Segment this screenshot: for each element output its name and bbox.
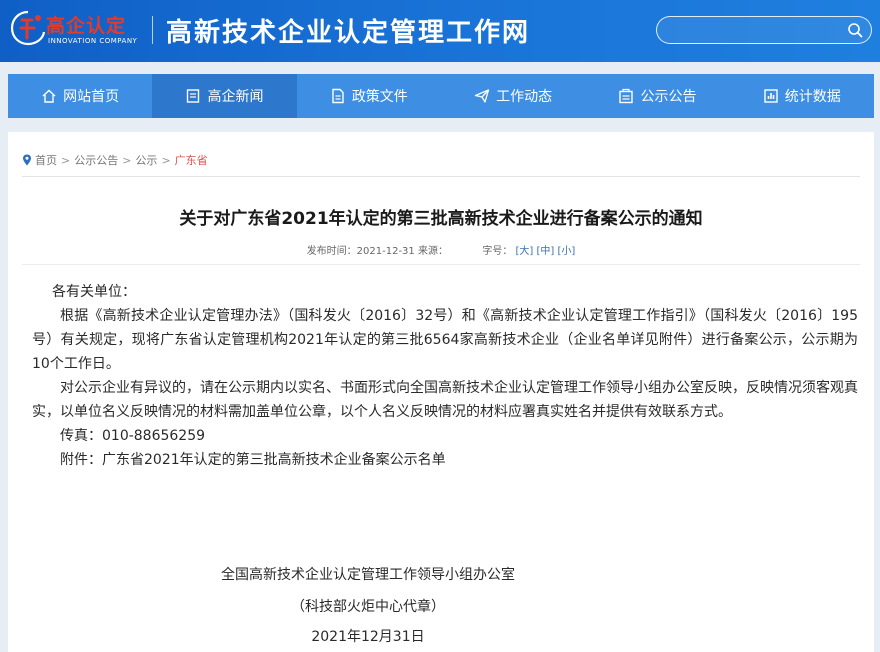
breadcrumb-publicity[interactable]: 公示: [135, 152, 157, 168]
search-icon[interactable]: [847, 22, 863, 38]
nav-item-home[interactable]: 网站首页: [8, 74, 152, 118]
fax-line: 传真：010-88656259: [60, 428, 206, 444]
news-icon: [187, 89, 200, 103]
breadcrumb-divider: [22, 176, 860, 177]
search-input[interactable]: [669, 20, 839, 40]
logo-text: 高企认定: [46, 15, 127, 37]
nav-item-label: 网站首页: [63, 89, 120, 105]
site-header: 高企认定 INNOVATION COMPANY 高新技术企业认定管理工作网: [0, 0, 880, 62]
publish-date: 2021-12-31: [356, 246, 415, 257]
document-icon: [332, 88, 344, 104]
header-divider: [152, 16, 153, 44]
font-size-label: 字号：: [482, 246, 513, 257]
article-paragraph: 对公示企业有异议的，请在公示期内以实名、书面形式向全国高新技术企业认定管理工作领…: [32, 380, 858, 420]
nav-item-label: 统计数据: [784, 89, 841, 105]
font-size-small[interactable]: [小]: [558, 246, 576, 257]
breadcrumb: 首页 > 公示公告 > 公示 > 广东省: [22, 152, 208, 168]
publish-label: 发布时间：: [306, 246, 357, 257]
content-panel: 首页 > 公示公告 > 公示 > 广东省 关于对广东省2021年认定的第三批高新…: [8, 132, 874, 652]
salutation: 各有关单位：: [52, 284, 136, 300]
send-icon: [474, 89, 490, 103]
logo-mark-icon: [10, 10, 46, 46]
article-paragraph: 根据《高新技术企业认定管理办法》（国科发火〔2016〕32号）和《高新技术企业认…: [32, 308, 858, 372]
attachment-link[interactable]: 附件：广东省2021年认定的第三批高新技术企业备案公示名单: [32, 448, 858, 472]
nav-item-statistics[interactable]: 统计数据: [730, 74, 874, 118]
logo-subtext: INNOVATION COMPANY: [48, 37, 138, 45]
source-label: 来源：: [417, 246, 448, 257]
article-title: 关于对广东省2021年认定的第三批高新技术企业进行备案公示的通知: [179, 209, 703, 229]
font-size-large[interactable]: [大]: [516, 246, 534, 257]
article-body: 各有关单位： 根据《高新技术企业认定管理办法》（国科发火〔2016〕32号）和《…: [32, 280, 858, 472]
announcement-icon: [619, 88, 634, 104]
chart-icon: [764, 89, 778, 103]
breadcrumb-announcements[interactable]: 公示公告: [74, 152, 118, 168]
signature-note: （科技部火炬中心代章）: [291, 599, 445, 615]
location-pin-icon: [23, 154, 31, 166]
nav-item-label: 高企新闻: [207, 89, 264, 105]
breadcrumb-separator: >: [161, 153, 171, 167]
breadcrumb-separator: >: [61, 153, 71, 167]
nav-item-work[interactable]: 工作动态: [441, 74, 585, 118]
nav-item-news[interactable]: 高企新闻: [152, 74, 297, 118]
nav-item-label: 政策文件: [351, 89, 408, 105]
nav-item-label: 工作动态: [496, 89, 553, 105]
home-icon: [42, 89, 56, 103]
site-logo[interactable]: 高企认定 INNOVATION COMPANY: [8, 6, 140, 50]
article-meta: 发布时间：2021-12-31 来源： 字号： [大] [中] [小]: [8, 242, 874, 257]
breadcrumb-current[interactable]: 广东省: [175, 152, 208, 168]
breadcrumb-home[interactable]: 首页: [35, 152, 57, 168]
font-size-medium[interactable]: [中]: [537, 246, 555, 257]
main-nav: 网站首页 高企新闻 政策文件 工作动态 公示公告 统计数据: [8, 74, 874, 118]
nav-item-announcement[interactable]: 公示公告: [585, 74, 729, 118]
breadcrumb-separator: >: [122, 153, 132, 167]
search-box: [656, 16, 872, 44]
signature-date: 2021年12月31日: [311, 629, 425, 645]
signature-org: 全国高新技术企业认定管理工作领导小组办公室: [221, 567, 515, 583]
nav-item-label: 公示公告: [640, 89, 697, 105]
nav-item-policy[interactable]: 政策文件: [297, 74, 441, 118]
title-divider: [22, 264, 860, 265]
site-title: 高新技术企业认定管理工作网: [166, 18, 531, 48]
